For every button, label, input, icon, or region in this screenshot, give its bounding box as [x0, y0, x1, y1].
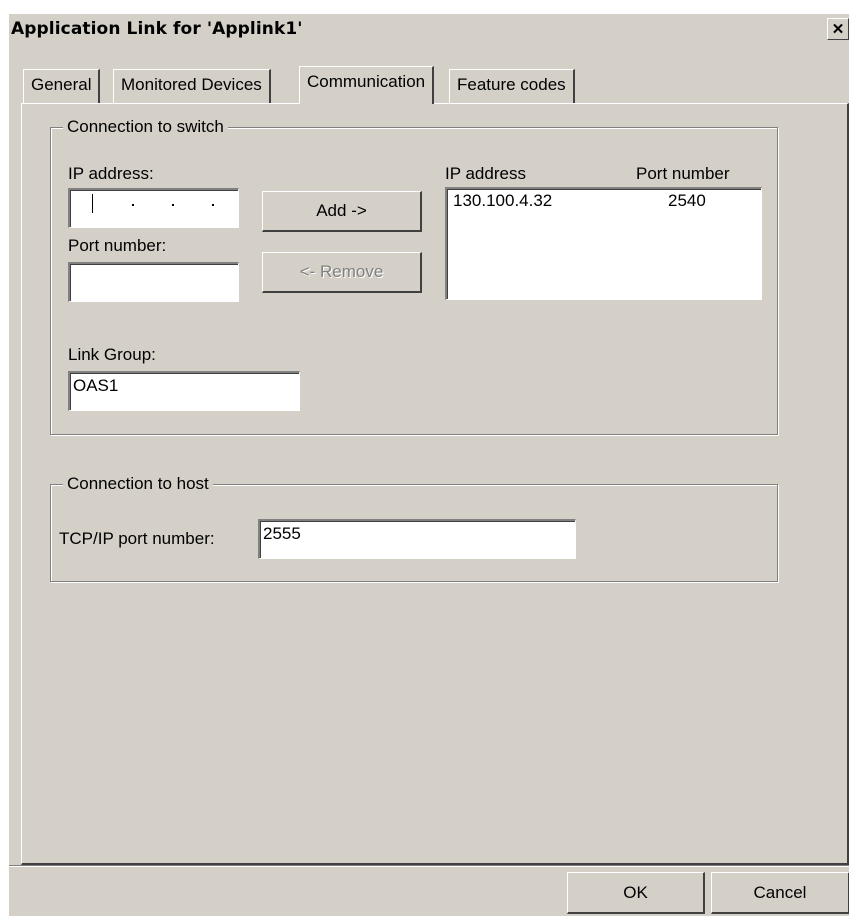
window-title: Application Link for 'Applink1' [11, 19, 303, 39]
tcp-ip-port-input[interactable]: 2555 [258, 519, 576, 559]
list-item-ip: 130.100.4.32 [453, 191, 553, 210]
list-header-port-number: Port number [636, 164, 730, 183]
text-caret [92, 194, 93, 213]
cancel-button[interactable]: Cancel [711, 872, 849, 914]
footer-divider [9, 865, 849, 867]
link-group-label: Link Group: [68, 345, 156, 364]
tcp-ip-port-label: TCP/IP port number: [59, 529, 215, 548]
connection-to-switch-legend: Connection to switch [63, 117, 228, 137]
list-header-ip-address: IP address [445, 164, 526, 183]
remove-button[interactable]: <- Remove [262, 252, 422, 293]
connection-to-host-legend: Connection to host [63, 474, 213, 494]
ok-button[interactable]: OK [567, 872, 705, 914]
port-number-label: Port number: [68, 236, 167, 255]
dialog-window: Application Link for 'Applink1' ✕ Genera… [8, 13, 849, 916]
link-group-input[interactable]: OAS1 [68, 371, 300, 411]
tab-monitored-devices[interactable]: Monitored Devices [113, 69, 271, 103]
list-item[interactable]: 130.100.4.32 2540 [447, 189, 761, 213]
tab-communication[interactable]: Communication [299, 66, 435, 104]
ip-port-list[interactable]: 130.100.4.32 2540 [445, 187, 762, 300]
list-item-port: 2540 [668, 191, 706, 210]
close-icon: ✕ [831, 21, 845, 38]
tab-feature-codes[interactable]: Feature codes [449, 69, 575, 103]
close-button[interactable]: ✕ [827, 18, 849, 40]
ip-address-label: IP address: [68, 164, 154, 183]
tab-general[interactable]: General [23, 69, 101, 103]
connection-to-host-group: Connection to host TCP/IP port number: 2… [50, 474, 778, 582]
connection-to-switch-group: Connection to switch IP address: Port nu… [50, 117, 778, 435]
ip-address-input[interactable] [68, 188, 239, 228]
port-number-input[interactable] [68, 262, 239, 302]
title-bar[interactable]: Application Link for 'Applink1' ✕ [9, 14, 849, 44]
add-button[interactable]: Add -> [262, 191, 422, 232]
tcp-ip-port-value: 2555 [263, 524, 301, 543]
link-group-value: OAS1 [73, 376, 119, 395]
